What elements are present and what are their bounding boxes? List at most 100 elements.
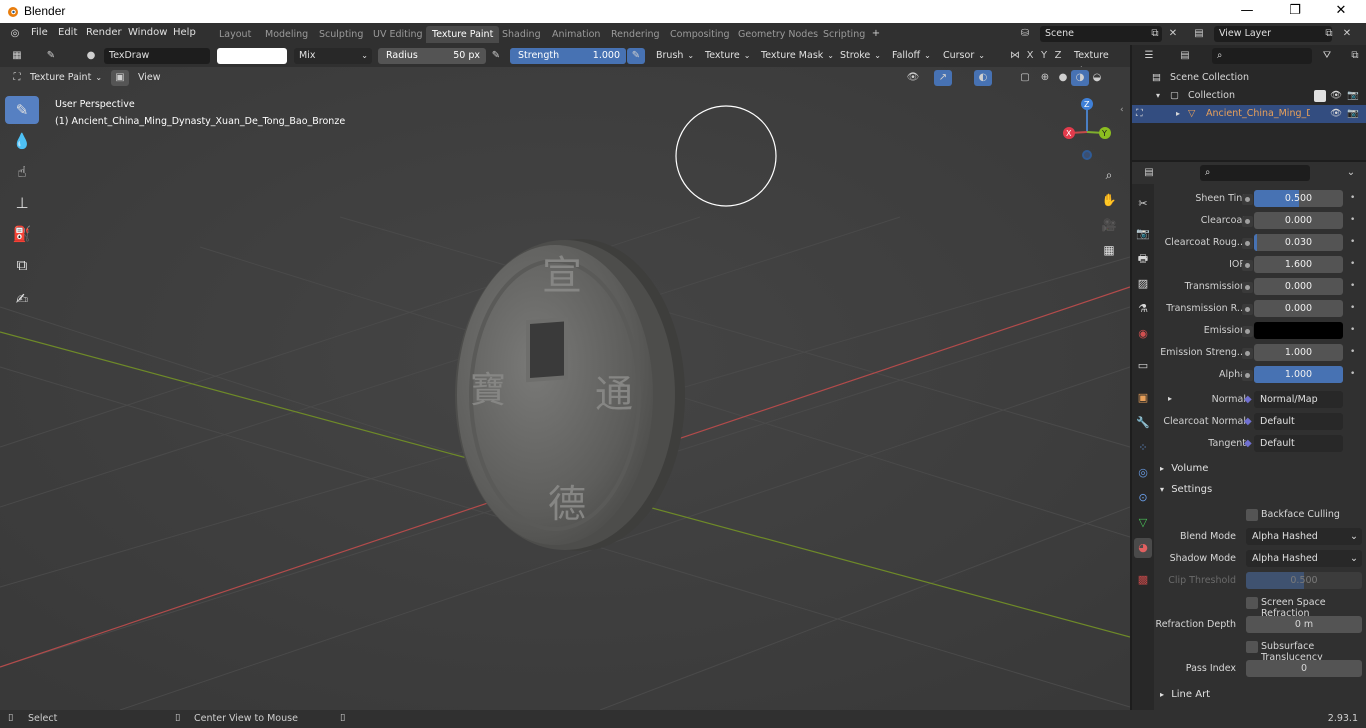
keyframe-dot-icon[interactable]: •: [1350, 237, 1355, 247]
constraints-tab-icon[interactable]: ⊙: [1134, 488, 1152, 508]
outliner-row-object[interactable]: ⛶ ▸ ▽ Ancient_China_Ming_Dyr 👁 📷: [1132, 105, 1366, 123]
selectability-icon[interactable]: 👁: [904, 70, 922, 86]
tab-uv-editing[interactable]: UV Editing: [367, 26, 429, 43]
new-view-layer-icon[interactable]: ⧉: [1320, 26, 1338, 42]
input-socket-icon[interactable]: [1242, 194, 1253, 205]
keyframe-dot-icon[interactable]: •: [1350, 347, 1355, 357]
clip-threshold-slider[interactable]: 0.500: [1246, 572, 1362, 589]
tab-rendering[interactable]: Rendering: [605, 26, 666, 43]
physics-tab-icon[interactable]: ◎: [1134, 463, 1152, 483]
menu-window[interactable]: Window: [128, 27, 167, 38]
tab-texture-paint[interactable]: Texture Paint: [426, 26, 500, 43]
blend-mode-dropdown[interactable]: Mix ⌄: [294, 48, 372, 64]
3d-viewport[interactable]: 宣 通 德 寶 Z X Y ⛶ Texture Paint ⌄ ▣ View 👁 …: [0, 67, 1130, 710]
property-value-field[interactable]: [1254, 322, 1343, 339]
scene-browse-icon[interactable]: ⛁: [1016, 26, 1034, 42]
particles-tab-icon[interactable]: ⁘: [1134, 438, 1152, 458]
property-value-field[interactable]: 0.000: [1254, 300, 1343, 317]
mirror-z-toggle[interactable]: Z: [1052, 48, 1064, 64]
tab-layout[interactable]: Layout: [213, 26, 257, 43]
blend-mode-select[interactable]: Alpha Hashed ⌄: [1246, 528, 1362, 545]
camera-view-icon[interactable]: 🎥: [1098, 214, 1120, 236]
menu-help[interactable]: Help: [173, 27, 196, 38]
clone-tool-icon[interactable]: ⊥: [5, 189, 39, 217]
properties-editor-type-icon[interactable]: ▤: [1140, 165, 1158, 181]
outliner-display-icon[interactable]: ☰: [1140, 48, 1158, 64]
keyframe-dot-icon[interactable]: •: [1350, 303, 1355, 313]
brush-name-field[interactable]: TexDraw: [104, 48, 210, 64]
keyframe-dot-icon[interactable]: •: [1350, 193, 1355, 203]
mask-toggle-icon[interactable]: ▣: [111, 70, 129, 86]
input-socket-icon[interactable]: [1242, 282, 1253, 293]
view-layer-browse-icon[interactable]: ▤: [1190, 26, 1208, 42]
input-socket-icon[interactable]: [1242, 370, 1253, 381]
delete-scene-icon[interactable]: ✕: [1164, 26, 1182, 42]
minimize-button[interactable]: —: [1224, 0, 1270, 23]
eye-icon[interactable]: 👁: [1330, 105, 1342, 123]
pass-index-field[interactable]: 0: [1246, 660, 1362, 677]
mask-tool-icon[interactable]: ⧉: [5, 251, 39, 279]
view-layer-tab-icon[interactable]: ▨: [1134, 274, 1152, 294]
collection-tab-icon[interactable]: ▭: [1134, 356, 1152, 376]
view-layer-field[interactable]: View Layer: [1214, 26, 1332, 42]
brush-icon[interactable]: ✎: [42, 48, 60, 64]
overlay-toggle-icon[interactable]: ◐: [974, 70, 992, 86]
modifier-tab-icon[interactable]: 🔧: [1134, 413, 1152, 433]
scene-field[interactable]: Scene: [1040, 26, 1162, 42]
tab-geometry-nodes[interactable]: Geometry Nodes: [732, 26, 824, 43]
outliner-search-input[interactable]: ⌕: [1212, 48, 1312, 64]
radius-pressure-icon[interactable]: ✎: [487, 48, 505, 64]
expand-arrow-icon[interactable]: ▸: [1168, 394, 1172, 403]
expand-arrow-icon[interactable]: ▸: [1176, 105, 1180, 123]
texture-slots-dropdown[interactable]: Texture Slots: [1070, 48, 1130, 77]
pan-hand-icon[interactable]: ✋: [1098, 189, 1120, 211]
properties-options-icon[interactable]: ⌄: [1342, 165, 1360, 181]
tool-tab-icon[interactable]: ✂: [1134, 194, 1152, 214]
blender-menu-icon[interactable]: ◎: [6, 26, 24, 42]
keyframe-dot-icon[interactable]: •: [1350, 281, 1355, 291]
mirror-y-toggle[interactable]: Y: [1038, 48, 1050, 64]
smear-tool-icon[interactable]: ☝: [5, 158, 39, 186]
mirror-x-toggle[interactable]: X: [1024, 48, 1036, 64]
input-socket-icon[interactable]: [1242, 260, 1253, 271]
new-scene-icon[interactable]: ⧉: [1146, 26, 1164, 42]
xray-toggle-icon[interactable]: ▢: [1016, 70, 1034, 86]
collection-exclude-checkbox[interactable]: [1314, 90, 1326, 102]
tangent-input[interactable]: Default: [1254, 435, 1343, 452]
expand-arrow-icon[interactable]: ▾: [1156, 87, 1160, 105]
brush-color-swatch[interactable]: [217, 48, 287, 64]
rendered-shading-icon[interactable]: ◒: [1088, 70, 1106, 86]
outliner-view-icon[interactable]: ▤: [1176, 48, 1194, 64]
material-shading-icon[interactable]: ◑: [1071, 70, 1089, 86]
normal-input[interactable]: Normal/Map: [1254, 391, 1343, 408]
editor-type-icon[interactable]: ▦: [8, 48, 26, 64]
solid-shading-icon[interactable]: ●: [1054, 70, 1072, 86]
outliner-row-scene-collection[interactable]: ▤ Scene Collection: [1132, 69, 1366, 87]
color-socket-icon[interactable]: [1242, 326, 1253, 337]
output-tab-icon[interactable]: 🖶: [1134, 249, 1152, 269]
property-value-field[interactable]: 0.500: [1254, 190, 1343, 207]
line-art-panel-header[interactable]: ▸ Line Art: [1154, 685, 1366, 705]
eye-icon[interactable]: 👁: [1330, 87, 1342, 105]
render-tab-icon[interactable]: 📷: [1134, 224, 1152, 244]
brush-browse-icon[interactable]: ●: [82, 48, 100, 64]
sidebar-toggle-icon[interactable]: ‹: [1120, 105, 1124, 115]
texture-mask-dropdown[interactable]: Texture Mask ⌄: [757, 48, 838, 64]
filter-icon[interactable]: ⛛: [1318, 48, 1336, 64]
camera-icon[interactable]: 📷: [1347, 87, 1359, 105]
soften-tool-icon[interactable]: 💧: [5, 127, 39, 155]
tab-shading[interactable]: Shading: [496, 26, 547, 43]
radius-slider[interactable]: Radius 50 px: [378, 48, 486, 64]
menu-render[interactable]: Render: [86, 27, 122, 38]
wireframe-shading-icon[interactable]: ⊕: [1036, 70, 1054, 86]
property-value-field[interactable]: 0.000: [1254, 278, 1343, 295]
tab-sculpting[interactable]: Sculpting: [313, 26, 369, 43]
keyframe-dot-icon[interactable]: •: [1350, 259, 1355, 269]
data-tab-icon[interactable]: ▽: [1134, 513, 1152, 533]
mode-dropdown[interactable]: Texture Paint ⌄: [26, 70, 106, 86]
zoom-icon[interactable]: ⌕: [1098, 164, 1120, 186]
properties-search-input[interactable]: ⌕: [1200, 165, 1310, 181]
add-workspace-icon[interactable]: +: [867, 26, 885, 42]
brush-dropdown[interactable]: Brush ⌄: [652, 48, 698, 64]
fill-tool-icon[interactable]: ⛽: [5, 220, 39, 248]
